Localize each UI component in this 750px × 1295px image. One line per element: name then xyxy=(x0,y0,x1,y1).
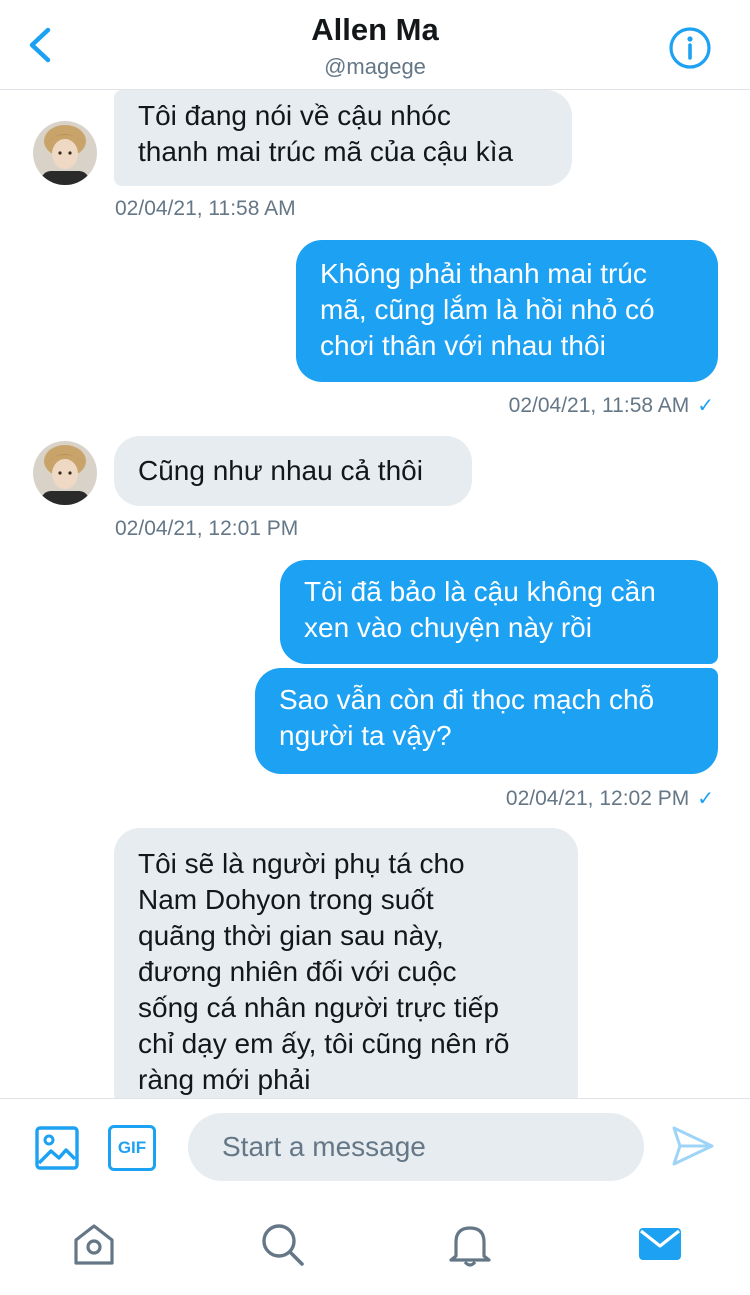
message-bubble-outgoing[interactable]: Sao vẫn còn đi thọc mạch chỗ người ta vậ… xyxy=(255,668,718,774)
message-input[interactable] xyxy=(188,1113,644,1181)
message-timestamp: 02/04/21, 11:58 AM xyxy=(115,197,296,220)
tab-messages[interactable] xyxy=(636,1220,684,1268)
image-icon xyxy=(35,1126,79,1170)
avatar[interactable] xyxy=(33,441,97,505)
message-bubble-outgoing[interactable]: Tôi đã bảo là cậu không cần xen vào chuy… xyxy=(280,560,718,664)
message-bubble-outgoing[interactable]: Không phải thanh mai trúc mã, cũng lắm l… xyxy=(296,240,718,382)
bell-icon xyxy=(449,1226,491,1267)
info-button[interactable] xyxy=(668,26,712,70)
message-composer: GIF xyxy=(0,1098,750,1198)
conversation-title[interactable]: Allen Ma xyxy=(0,12,750,48)
tab-search[interactable] xyxy=(258,1220,306,1268)
conversation-header: Allen Ma @magege xyxy=(0,0,750,90)
conversation-handle: @magege xyxy=(324,54,426,79)
send-button[interactable] xyxy=(670,1123,716,1169)
add-media-button[interactable] xyxy=(34,1125,80,1171)
message-list[interactable]: Tôi đang nói về cậu nhóc thanh mai trúc … xyxy=(0,90,750,1098)
bottom-tab-bar xyxy=(0,1198,750,1295)
gif-button[interactable]: GIF xyxy=(108,1125,156,1171)
read-check-icon: ✓ xyxy=(697,788,714,810)
read-check-icon: ✓ xyxy=(697,395,714,417)
message-timestamp: 02/04/21, 11:58 AM ✓ xyxy=(508,394,714,417)
info-icon xyxy=(669,27,711,69)
send-icon xyxy=(672,1126,714,1166)
tab-notifications[interactable] xyxy=(446,1220,494,1268)
message-bubble-incoming[interactable]: Cũng như nhau cả thôi xyxy=(114,436,472,506)
mail-icon xyxy=(639,1228,681,1260)
message-bubble-incoming[interactable]: Tôi sẽ là người phụ tá cho Nam Dohyon tr… xyxy=(114,828,578,1098)
home-icon xyxy=(74,1224,114,1265)
message-bubble-incoming[interactable]: Tôi đang nói về cậu nhóc thanh mai trúc … xyxy=(114,90,572,186)
avatar[interactable] xyxy=(33,121,97,185)
tab-home[interactable] xyxy=(70,1220,118,1268)
message-timestamp: 02/04/21, 12:02 PM ✓ xyxy=(505,787,714,810)
search-icon xyxy=(262,1224,304,1266)
message-timestamp: 02/04/21, 12:01 PM xyxy=(115,517,299,540)
